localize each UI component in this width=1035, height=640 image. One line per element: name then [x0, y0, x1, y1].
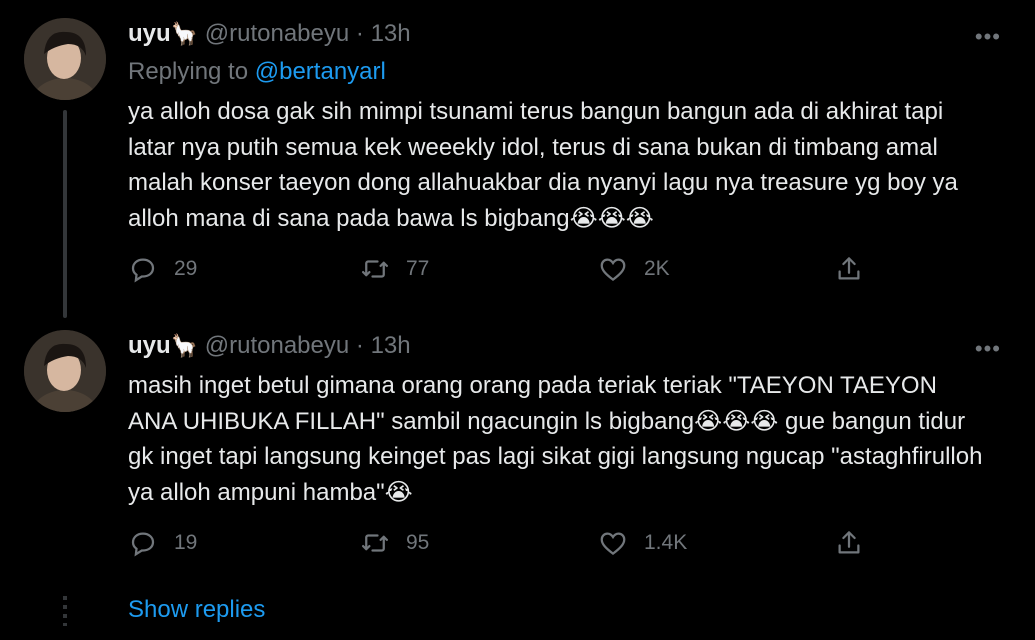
reply-button[interactable]: 29 [128, 254, 197, 284]
display-name[interactable]: uyu [128, 20, 171, 47]
thread-line [63, 110, 67, 318]
reply-icon [131, 258, 155, 283]
like-button[interactable]: 2K [598, 254, 670, 284]
reply-count: 19 [174, 531, 198, 554]
retweet-count: 77 [406, 257, 430, 280]
like-count: 1.4K [644, 531, 688, 554]
more-icon[interactable]: ••• [975, 24, 1001, 50]
llama-emoji: 🦙 [170, 333, 199, 358]
share-icon [838, 257, 860, 280]
handle[interactable]: @rutonabeyu [205, 20, 349, 47]
replying-to: Replying to @bertanyarl [128, 58, 386, 86]
retweet-icon [362, 260, 388, 278]
thread-dots [63, 596, 67, 626]
retweet-button[interactable]: 95 [360, 528, 429, 558]
llama-emoji: 🦙 [170, 21, 199, 46]
share-button[interactable] [834, 254, 880, 284]
like-icon [600, 258, 626, 282]
share-button[interactable] [834, 528, 880, 558]
tweet-header: uyu🦙 @rutonabeyu · 13h [128, 20, 411, 48]
like-icon [600, 532, 626, 556]
separator: · [355, 20, 364, 47]
tweet-actions: 19 95 1.4K [128, 528, 888, 564]
like-count: 2K [644, 257, 670, 280]
timestamp[interactable]: 13h [371, 332, 411, 359]
reply-button[interactable]: 19 [128, 528, 197, 558]
reply-icon [131, 532, 155, 557]
retweet-count: 95 [406, 531, 430, 554]
tweet-actions: 29 77 2K [128, 254, 888, 290]
tweet-text: masih inget betul gimana orang orang pad… [128, 372, 983, 506]
retweet-button[interactable]: 77 [360, 254, 429, 284]
show-replies-link[interactable]: Show replies [128, 596, 265, 624]
avatar[interactable] [24, 330, 106, 412]
share-icon [838, 531, 860, 554]
retweet-icon [362, 534, 388, 552]
mention-link[interactable]: @bertanyarl [255, 58, 386, 85]
tweet[interactable]: uyu🦙 @rutonabeyu · 13h ••• Replying to @… [0, 0, 1035, 320]
like-button[interactable]: 1.4K [598, 528, 687, 558]
separator: · [355, 332, 364, 359]
handle[interactable]: @rutonabeyu [205, 332, 349, 359]
more-icon[interactable]: ••• [975, 336, 1001, 362]
tweet[interactable]: uyu🦙 @rutonabeyu · 13h ••• masih inget b… [0, 320, 1035, 580]
timestamp[interactable]: 13h [371, 20, 411, 47]
tweet-text: ya alloh dosa gak sih mimpi tsunami teru… [128, 98, 958, 232]
avatar[interactable] [24, 18, 106, 100]
replying-label: Replying to [128, 58, 255, 85]
reply-count: 29 [174, 257, 198, 280]
tweet-header: uyu🦙 @rutonabeyu · 13h [128, 332, 411, 360]
display-name[interactable]: uyu [128, 332, 171, 359]
